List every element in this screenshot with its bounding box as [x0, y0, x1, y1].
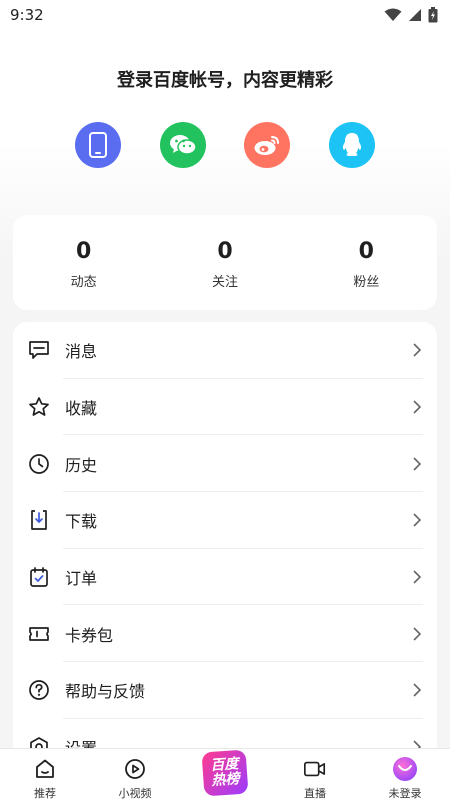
wechat-login-button[interactable] [159, 122, 206, 168]
tab-baidu-hot-list[interactable]: 百度 热榜 [185, 749, 265, 797]
order-icon [27, 565, 51, 589]
stat-value: 0 [76, 239, 92, 264]
menu-list: 消息 收藏 历史 下载 订单 卡券包 帮助与反馈 [13, 322, 437, 762]
hot-list-line-2: 热榜 [210, 771, 241, 789]
star-icon [27, 395, 51, 419]
phone-icon [89, 132, 107, 158]
chevron-right-icon [413, 570, 422, 584]
download-icon [27, 508, 51, 532]
home-icon [33, 757, 57, 781]
status-time: 9:32 [10, 6, 44, 24]
battery-icon [428, 7, 438, 23]
message-icon [27, 338, 51, 362]
menu-item-messages[interactable]: 消息 [13, 322, 437, 379]
menu-item-favorites[interactable]: 收藏 [13, 379, 437, 436]
stat-value: 0 [217, 239, 233, 264]
phone-login-button[interactable] [75, 122, 121, 168]
tab-label: 直播 [304, 787, 326, 800]
menu-item-downloads[interactable]: 下载 [13, 492, 437, 549]
video-play-icon [123, 757, 147, 781]
tab-label: 小视频 [118, 787, 152, 800]
coupon-icon [27, 622, 51, 646]
tab-profile[interactable]: 未登录 [365, 749, 445, 800]
menu-item-help-feedback[interactable]: 帮助与反馈 [13, 662, 437, 719]
tab-short-video[interactable]: 小视频 [95, 749, 175, 800]
status-bar: 9:32 [0, 0, 450, 30]
tab-label: 推荐 [34, 787, 56, 800]
stat-label: 关注 [211, 275, 238, 290]
chevron-right-icon [413, 683, 422, 698]
chevron-right-icon [413, 627, 422, 641]
signal-icon [409, 9, 421, 21]
wifi-icon [384, 8, 402, 21]
stat-followers[interactable]: 0 粉丝 [296, 215, 437, 310]
bottom-tab-bar: 推荐 小视频 百度 热榜 直播 未登录 [0, 748, 450, 800]
stats-card: 0 动态 0 关注 0 粉丝 [13, 215, 437, 310]
login-prompt-title: 登录百度帐号，内容更精彩 [117, 70, 333, 91]
chevron-right-icon [413, 513, 422, 527]
stat-value: 0 [358, 239, 374, 264]
weibo-icon [254, 136, 280, 155]
tab-label: 未登录 [388, 787, 422, 800]
stat-label: 动态 [70, 275, 97, 290]
menu-item-coupons[interactable]: 卡券包 [13, 605, 437, 662]
wechat-icon [169, 135, 197, 155]
status-icons [384, 7, 438, 23]
help-icon [27, 678, 51, 702]
menu-item-label: 帮助与反馈 [65, 682, 146, 702]
menu-item-orders[interactable]: 订单 [13, 549, 437, 606]
menu-item-label: 卡券包 [65, 625, 114, 645]
menu-item-label: 收藏 [65, 399, 98, 419]
live-camera-icon [303, 757, 327, 781]
avatar-icon [393, 757, 417, 781]
chevron-right-icon [413, 457, 422, 471]
qq-icon [342, 133, 362, 156]
menu-item-label: 消息 [65, 342, 98, 362]
menu-item-label: 下载 [65, 512, 98, 532]
menu-item-label: 历史 [65, 455, 98, 475]
baidu-hot-list-icon: 百度 热榜 [201, 749, 249, 797]
weibo-login-button[interactable] [244, 122, 291, 168]
menu-item-history[interactable]: 历史 [13, 435, 437, 492]
tab-live[interactable]: 直播 [275, 749, 355, 800]
qq-login-button[interactable] [328, 122, 375, 168]
stat-label: 粉丝 [353, 275, 380, 290]
tab-recommend[interactable]: 推荐 [5, 749, 85, 800]
stat-posts[interactable]: 0 动态 [13, 215, 154, 310]
login-methods [0, 122, 450, 168]
menu-item-label: 订单 [65, 569, 98, 589]
stat-following[interactable]: 0 关注 [154, 215, 295, 310]
chevron-right-icon [413, 343, 422, 357]
chevron-right-icon [413, 400, 422, 414]
clock-icon [27, 452, 51, 476]
